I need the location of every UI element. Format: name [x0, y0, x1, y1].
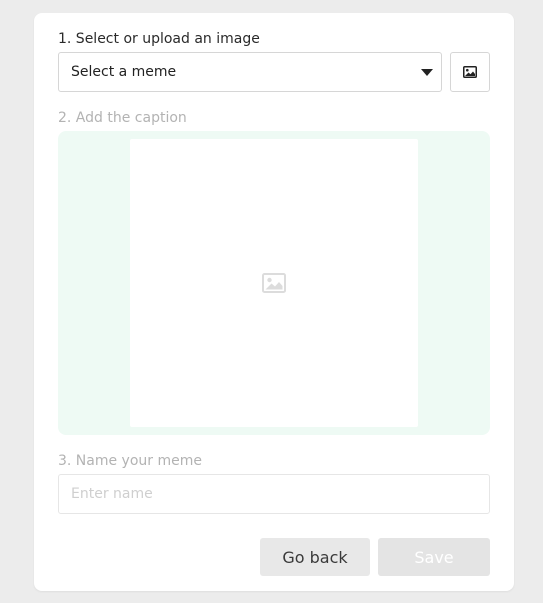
meme-canvas[interactable]	[130, 139, 418, 427]
meme-creator-card: 1. Select or upload an image Select a me…	[34, 13, 514, 591]
upload-image-button[interactable]	[450, 52, 490, 92]
meme-select[interactable]: Select a meme	[58, 52, 442, 92]
meme-select-value: Select a meme	[71, 64, 177, 80]
save-button[interactable]: Save	[378, 538, 490, 576]
image-icon	[463, 66, 477, 78]
step-1-label: 1. Select or upload an image	[58, 31, 260, 47]
chevron-down-icon	[421, 69, 433, 76]
step-3-label: 3. Name your meme	[58, 453, 202, 469]
image-placeholder-icon	[262, 273, 286, 293]
caption-area	[58, 131, 490, 435]
go-back-button[interactable]: Go back	[260, 538, 370, 576]
meme-name-input[interactable]	[58, 474, 490, 514]
step-2-label: 2. Add the caption	[58, 110, 187, 126]
